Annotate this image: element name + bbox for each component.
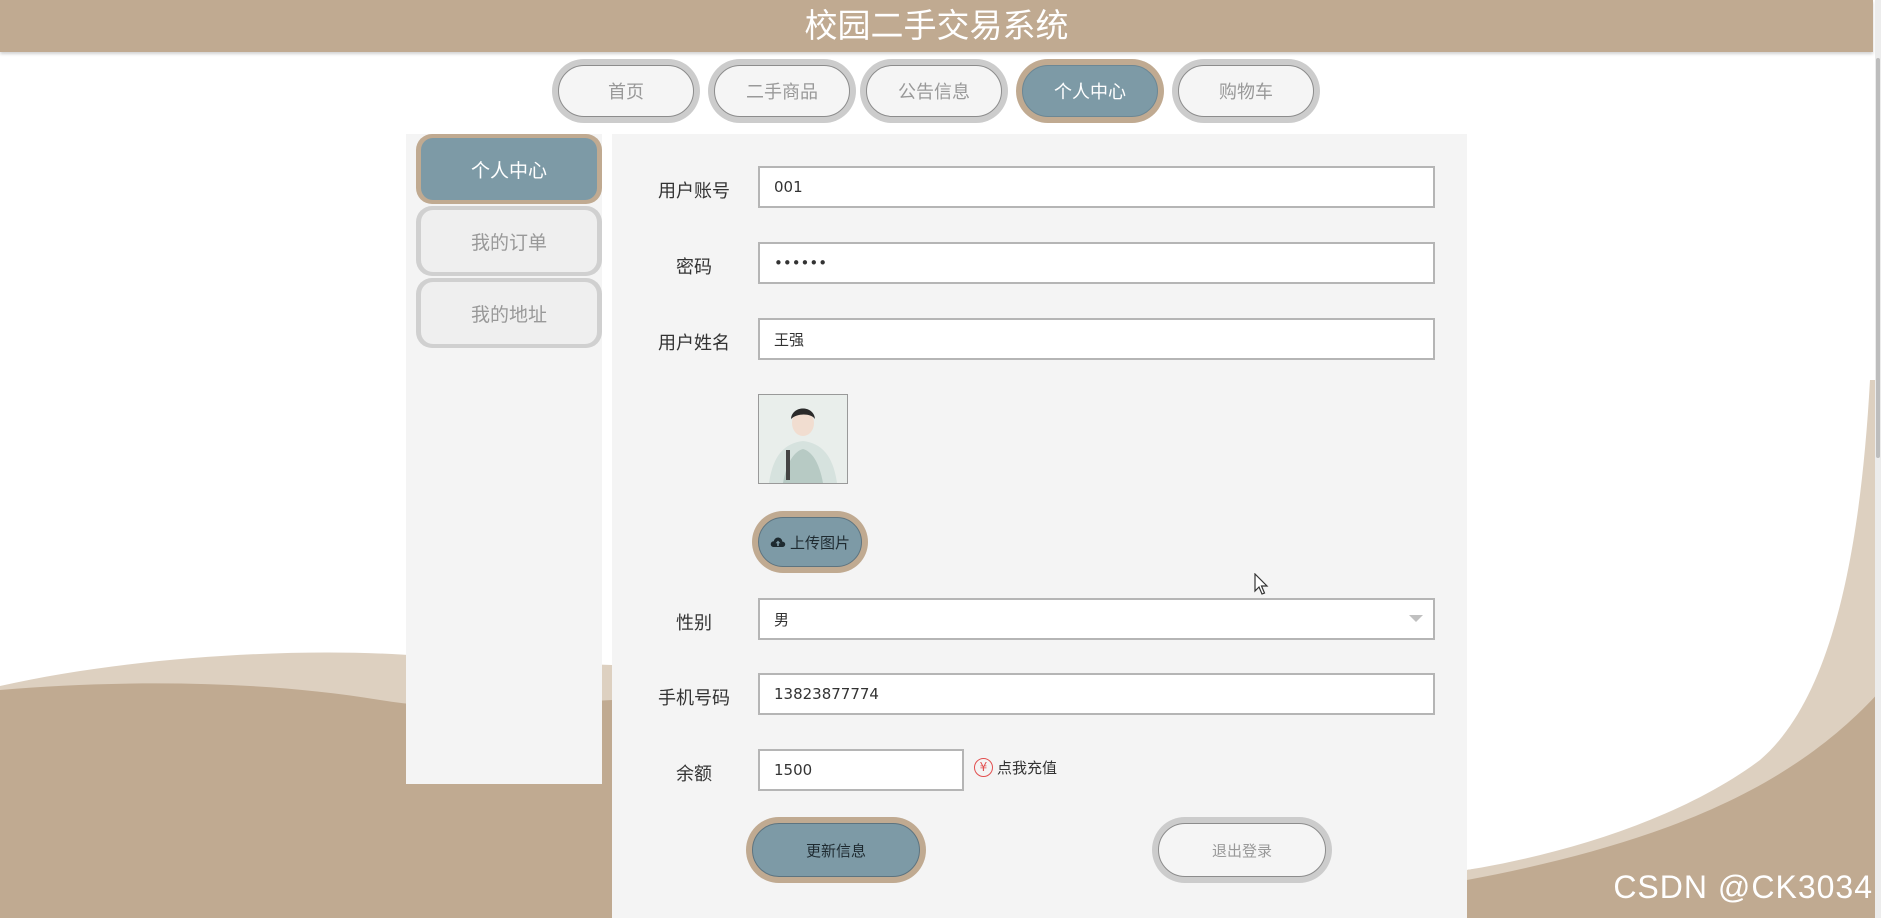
password-label: 密码 [676, 257, 712, 278]
account-input[interactable]: 001 [758, 166, 1435, 208]
csdn-watermark: CSDN @CK3034 [1613, 869, 1873, 905]
nav-item-personal-center[interactable]: 个人中心 [1016, 59, 1164, 123]
sidebar-item-label: 我的地址 [421, 282, 597, 344]
sidebar-item-label: 我的订单 [421, 210, 597, 272]
sidebar: 个人中心 我的订单 我的地址 [406, 134, 602, 784]
recharge-link[interactable]: ¥ 点我充值 [974, 757, 1057, 778]
sidebar-item-personal-center[interactable]: 个人中心 [416, 134, 602, 204]
account-label: 用户账号 [658, 181, 730, 202]
update-info-label: 更新信息 [752, 823, 920, 877]
balance-input[interactable]: 1500 [758, 749, 964, 791]
chevron-down-icon [1409, 615, 1423, 622]
cloud-upload-icon [770, 537, 786, 547]
recharge-label: 点我充值 [997, 759, 1058, 777]
gender-value: 男 [774, 610, 790, 629]
sidebar-item-my-address[interactable]: 我的地址 [416, 278, 602, 348]
update-info-button[interactable]: 更新信息 [746, 817, 926, 883]
nav-item-label: 个人中心 [1022, 65, 1158, 117]
balance-label: 余额 [676, 764, 712, 785]
profile-form: 用户账号 001 密码 •••••• 用户姓名 王强 上传图片 性别 男 手机号… [612, 134, 1467, 918]
nav-item-second-hand-goods[interactable]: 二手商品 [708, 59, 856, 123]
app-header: 校园二手交易系统 [0, 0, 1873, 52]
sidebar-item-my-orders[interactable]: 我的订单 [416, 206, 602, 276]
name-label: 用户姓名 [658, 333, 730, 354]
avatar-image [758, 394, 848, 484]
name-input[interactable]: 王强 [758, 318, 1435, 360]
nav-item-home[interactable]: 首页 [552, 59, 700, 123]
mouse-cursor-icon [1254, 573, 1269, 595]
gender-select[interactable]: 男 [758, 598, 1435, 640]
nav-item-shopping-cart[interactable]: 购物车 [1172, 59, 1320, 123]
top-nav: 首页 二手商品 公告信息 个人中心 购物车 [0, 59, 1881, 123]
sidebar-item-label: 个人中心 [421, 138, 597, 200]
nav-item-label: 二手商品 [714, 65, 850, 117]
gender-label: 性别 [676, 613, 712, 634]
logout-label: 退出登录 [1158, 823, 1326, 877]
nav-item-label: 公告信息 [866, 65, 1002, 117]
yen-icon: ¥ [974, 758, 993, 777]
nav-item-label: 购物车 [1178, 65, 1314, 117]
upload-image-button[interactable]: 上传图片 [752, 511, 868, 573]
nav-item-announcements[interactable]: 公告信息 [860, 59, 1008, 123]
password-input[interactable]: •••••• [758, 242, 1435, 284]
scrollbar-thumb[interactable] [1876, 58, 1880, 458]
upload-button-label: 上传图片 [789, 533, 850, 552]
user-photo-icon [759, 395, 847, 483]
logout-button[interactable]: 退出登录 [1152, 817, 1332, 883]
nav-item-label: 首页 [558, 65, 694, 117]
app-title: 校园二手交易系统 [804, 6, 1069, 45]
phone-input[interactable]: 13823877774 [758, 673, 1435, 715]
phone-label: 手机号码 [658, 688, 730, 709]
